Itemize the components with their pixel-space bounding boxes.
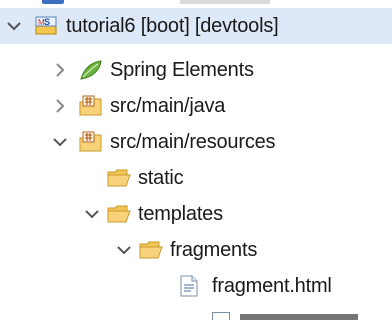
fragments-folder-label[interactable]: fragments [170, 232, 257, 268]
previous-row-text-fragment [180, 0, 270, 4]
previous-row-fragment [0, 0, 392, 6]
templates-folder-label[interactable]: templates [138, 196, 223, 232]
tree-row-src-main-resources[interactable]: src/main/resources [50, 124, 276, 160]
tree-row-project[interactable]: M S tutorial6 [boot] [devtools] [0, 8, 392, 44]
next-row-file-icon [212, 312, 230, 320]
chevron-down-icon[interactable] [114, 240, 134, 260]
spring-leaf-icon [78, 58, 104, 82]
next-row-text-fragment [240, 314, 358, 320]
src-main-java-label[interactable]: src/main/java [110, 88, 225, 124]
chevron-down-icon[interactable] [50, 132, 70, 152]
spring-elements-label[interactable]: Spring Elements [110, 52, 254, 88]
svg-text:S: S [44, 17, 50, 27]
chevron-right-icon[interactable] [50, 96, 70, 116]
previous-row-icon [42, 0, 64, 4]
tree-row-templates[interactable]: templates [82, 196, 223, 232]
folder-open-icon [106, 166, 132, 190]
project-label[interactable]: tutorial6 [boot] [devtools] [66, 8, 279, 44]
fragment-html-label[interactable]: fragment.html [212, 268, 332, 304]
src-main-resources-label[interactable]: src/main/resources [110, 124, 276, 160]
folder-open-icon [106, 202, 132, 226]
tree-row-src-main-java[interactable]: src/main/java [50, 88, 225, 124]
static-folder-label[interactable]: static [138, 160, 184, 196]
source-folder-icon [78, 94, 104, 118]
tree-row-fragments[interactable]: fragments [114, 232, 257, 268]
tree-row-spring-elements[interactable]: Spring Elements [50, 52, 254, 88]
chevron-down-icon[interactable] [82, 204, 102, 224]
source-folder-icon [78, 130, 104, 154]
folder-open-icon [138, 238, 164, 262]
chevron-right-icon[interactable] [50, 60, 70, 80]
tree-row-static[interactable]: static [106, 160, 184, 196]
project-explorer-tree: M S tutorial6 [boot] [devtools] Spring E… [0, 0, 392, 320]
tree-row-fragment-html[interactable]: fragment.html [176, 268, 332, 304]
maven-spring-project-icon: M S [34, 14, 60, 38]
next-row-fragment [0, 308, 392, 320]
html-file-icon [176, 274, 202, 298]
chevron-down-icon[interactable] [4, 16, 24, 36]
